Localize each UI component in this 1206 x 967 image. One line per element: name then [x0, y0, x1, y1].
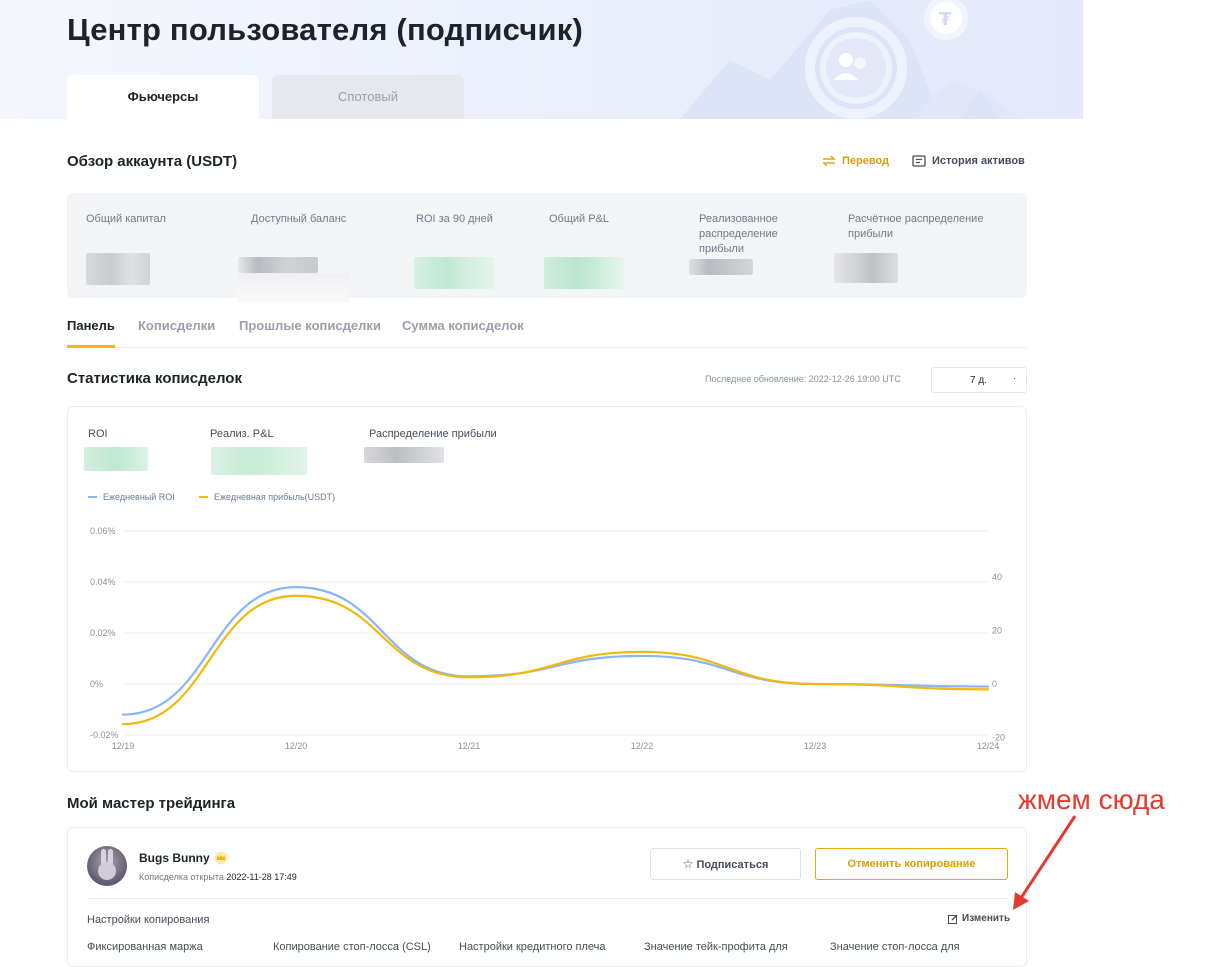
tab-spot[interactable]: Спотовый — [272, 75, 464, 119]
setting-take-profit: Значение тейк-профита для — [644, 941, 788, 953]
blurred-available-balance — [238, 257, 318, 273]
asset-history-link[interactable]: История активов — [912, 155, 1025, 167]
daily-roi-profit-chart: 0.06%0.04%0.02%0%-0.02%40200-2012/1912/2… — [68, 407, 1026, 771]
available-balance-label: Доступный баланс — [251, 212, 346, 227]
copytrade-opened-row: Копиcделка открыта 2022-11-28 17:49 — [139, 872, 297, 882]
stats-title: Статистика копиcделок — [67, 370, 242, 387]
y-tick-left: 0.02% — [90, 628, 116, 638]
annotation-arrow-icon — [1005, 812, 1085, 912]
svg-text:₮: ₮ — [939, 9, 952, 30]
blurred-available-balance-2 — [238, 273, 350, 303]
edit-settings-button[interactable]: Изменить — [948, 913, 1010, 924]
asset-history-label: История активов — [932, 155, 1025, 167]
tab-copytrade-summary[interactable]: Сумма копиcделок — [402, 318, 524, 333]
realized-profit-share-label: Реализованное распределение прибыли — [699, 212, 809, 257]
account-overview-panel: Общий капитал Доступный баланс ROI за 90… — [67, 193, 1027, 298]
x-tick: 12/19 — [112, 741, 135, 751]
tab-futures[interactable]: Фьючерсы — [67, 75, 259, 119]
total-equity-label: Общий капитал — [86, 212, 166, 227]
dashboard-tabs: Панель Копиcделки Прошлые копиcделки Сум… — [67, 318, 1027, 348]
transfer-icon — [822, 155, 836, 167]
subscribe-button[interactable]: ☆ Подписаться — [650, 848, 801, 880]
roi-90d-label: ROI за 90 дней — [416, 212, 493, 227]
x-tick: 12/22 — [631, 741, 654, 751]
tab-past-copytrades[interactable]: Прошлые копиcделки — [239, 318, 381, 333]
blurred-total-pnl — [544, 257, 624, 289]
period-value: 7 д. — [970, 375, 987, 386]
setting-stop-loss: Значение стоп-лосса для — [830, 941, 960, 953]
blurred-roi-90d — [414, 257, 494, 289]
master-trader-card: Bugs Bunny Копиcделка открыта 2022-11-28… — [67, 827, 1027, 967]
y-tick-left: 0.06% — [90, 526, 116, 536]
avatar[interactable] — [87, 846, 127, 886]
chevron-down-icon: · — [1013, 373, 1016, 383]
setting-leverage: Настройки кредитного плеча — [459, 941, 606, 953]
trader-name[interactable]: Bugs Bunny — [139, 851, 210, 865]
copytrade-stats-card: ROI Реализ. P&L Распределение прибыли Еж… — [67, 406, 1027, 772]
setting-copy-stoploss: Копирование стоп-лосса (CSL) — [273, 941, 431, 953]
blurred-realized-share — [689, 259, 753, 275]
cancel-copy-label: Отменить копирование — [848, 858, 976, 870]
y-tick-right: 20 — [992, 626, 1002, 636]
blurred-total-equity — [86, 253, 150, 285]
subscribe-label: Подписаться — [696, 859, 768, 871]
y-tick-left: -0.02% — [90, 730, 119, 740]
y-tick-right: 0 — [992, 679, 997, 689]
overview-title: Обзор аккаунта (USDT) — [67, 153, 237, 170]
edit-icon — [948, 914, 958, 924]
tab-copytrades[interactable]: Копиcделки — [138, 318, 215, 333]
setting-fixed-margin: Фиксированная маржа — [87, 941, 203, 953]
last-updated-text: Последнее обновление: 2022-12-26 19:00 U… — [705, 374, 901, 384]
x-tick: 12/20 — [285, 741, 308, 751]
crown-badge-icon — [213, 851, 229, 865]
total-pnl-label: Общий P&L — [549, 212, 609, 227]
x-tick: 12/24 — [977, 741, 1000, 751]
opened-label: Копиcделка открыта — [139, 872, 224, 882]
opened-date: 2022-11-28 17:49 — [226, 872, 296, 882]
divider — [87, 898, 1007, 899]
x-tick: 12/21 — [458, 741, 481, 751]
period-select[interactable]: 7 д. · — [931, 367, 1027, 393]
series-roi-line — [123, 587, 988, 715]
decorative-illustration: ₮ — [660, 0, 1083, 119]
blurred-estimated-share — [834, 253, 898, 283]
estimated-profit-share-label: Расчётное распределение прибыли — [848, 212, 998, 242]
y-tick-right: 40 — [992, 572, 1002, 582]
y-tick-left: 0.04% — [90, 577, 116, 587]
series-profit-line — [123, 596, 988, 724]
transfer-label: Перевод — [842, 155, 889, 167]
transfer-link[interactable]: Перевод — [822, 155, 889, 167]
star-icon: ☆ — [683, 857, 694, 871]
tab-dashboard[interactable]: Панель — [67, 318, 115, 333]
document-icon — [912, 155, 926, 167]
edit-label: Изменить — [962, 913, 1010, 924]
cancel-copy-button[interactable]: Отменить копирование — [815, 848, 1008, 880]
page-title: Центр пользователя (подписчик) — [67, 12, 583, 48]
master-title: Мой мастер трейдинга — [67, 795, 235, 812]
y-tick-left: 0% — [90, 679, 103, 689]
x-tick: 12/23 — [804, 741, 827, 751]
copy-settings-title: Настройки копирования — [87, 914, 209, 926]
page-header-banner: ₮ Центр пользователя (подписчик) Фьючерс… — [0, 0, 1083, 119]
